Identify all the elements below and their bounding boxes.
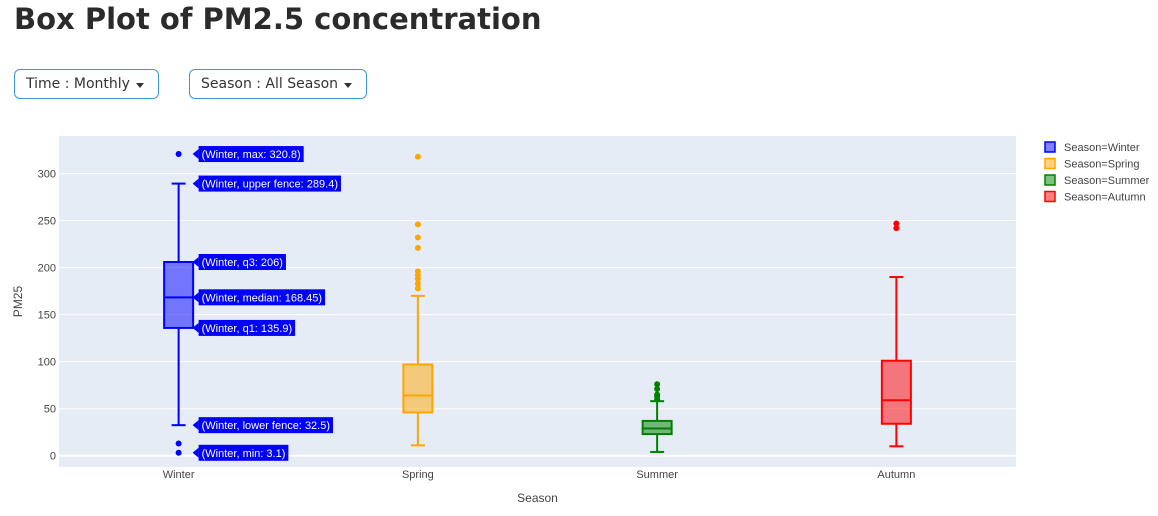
outlier-point (893, 225, 900, 232)
legend-swatch (1044, 157, 1056, 170)
hover-label-text: (Winter, max: 320.8) (202, 149, 301, 161)
y-tick-label: 300 (38, 169, 56, 181)
legend-swatch (1044, 190, 1056, 203)
outlier-point (654, 381, 661, 388)
hover-label: (Winter, q3: 206) (192, 254, 286, 271)
legend-label: Season=Autumn (1064, 192, 1146, 204)
y-tick-label: 150 (38, 310, 56, 322)
outlier-point (414, 244, 421, 251)
iqr-box (880, 359, 912, 425)
hover-label: (Winter, median: 168.45) (192, 289, 326, 306)
outlier-point (414, 221, 421, 228)
x-tick-label: Winter (163, 469, 195, 481)
outlier-point (414, 285, 421, 292)
legend-item-winter: Season=Winter (1044, 141, 1140, 154)
outlier-point (654, 391, 661, 398)
y-tick-label: 100 (38, 357, 56, 369)
y-tick-label: 0 (50, 451, 56, 463)
hover-label: (Winter, q1: 135.9) (192, 319, 296, 336)
x-tick-label: Spring (402, 469, 434, 481)
legend-label: Season=Summer (1064, 175, 1150, 187)
legend-item-autumn: Season=Autumn (1044, 190, 1146, 204)
legend-item-summer: Season=Summer (1044, 174, 1150, 187)
y-tick-label: 200 (38, 263, 56, 275)
hover-label-text: (Winter, q3: 206) (202, 257, 283, 269)
hover-label-text: (Winter, lower fence: 32.5) (202, 420, 330, 432)
outlier-point (175, 440, 182, 447)
legend-item-spring: Season=Spring (1044, 157, 1140, 171)
legend-label: Season=Spring (1064, 159, 1140, 171)
hover-label-text: (Winter, min: 3.1) (202, 448, 286, 460)
legend-swatch (1044, 141, 1056, 153)
hover-label-text: (Winter, upper fence: 289.4) (202, 179, 338, 191)
legend-swatch (1044, 174, 1056, 186)
iqr-box (402, 363, 434, 414)
hover-label: (Winter, min: 3.1) (192, 444, 289, 461)
hover-label-text: (Winter, median: 168.45) (202, 292, 322, 304)
y-tick-label: 250 (38, 216, 56, 228)
hover-label: (Winter, upper fence: 289.4) (192, 175, 341, 192)
y-axis-title: PM25 (11, 286, 25, 318)
hover-label: (Winter, lower fence: 32.5) (192, 417, 334, 434)
outlier-point (175, 449, 182, 456)
x-tick-label: Summer (636, 469, 678, 481)
outlier-point (175, 151, 182, 158)
y-tick-label: 50 (44, 404, 56, 416)
x-axis-title: Season (517, 491, 558, 505)
iqr-box (163, 261, 195, 329)
box-plot-chart: 0 50 100 150 200 250 300 Winter Spring Summer Autu… (11, 136, 1150, 505)
outlier-point (414, 153, 421, 160)
outlier-point (414, 234, 421, 241)
hover-label: (Winter, max: 320.8) (192, 146, 304, 163)
legend-label: Season=Winter (1064, 142, 1140, 154)
hover-label-text: (Winter, q1: 135.9) (202, 323, 293, 335)
x-tick-label: Autumn (877, 469, 915, 481)
